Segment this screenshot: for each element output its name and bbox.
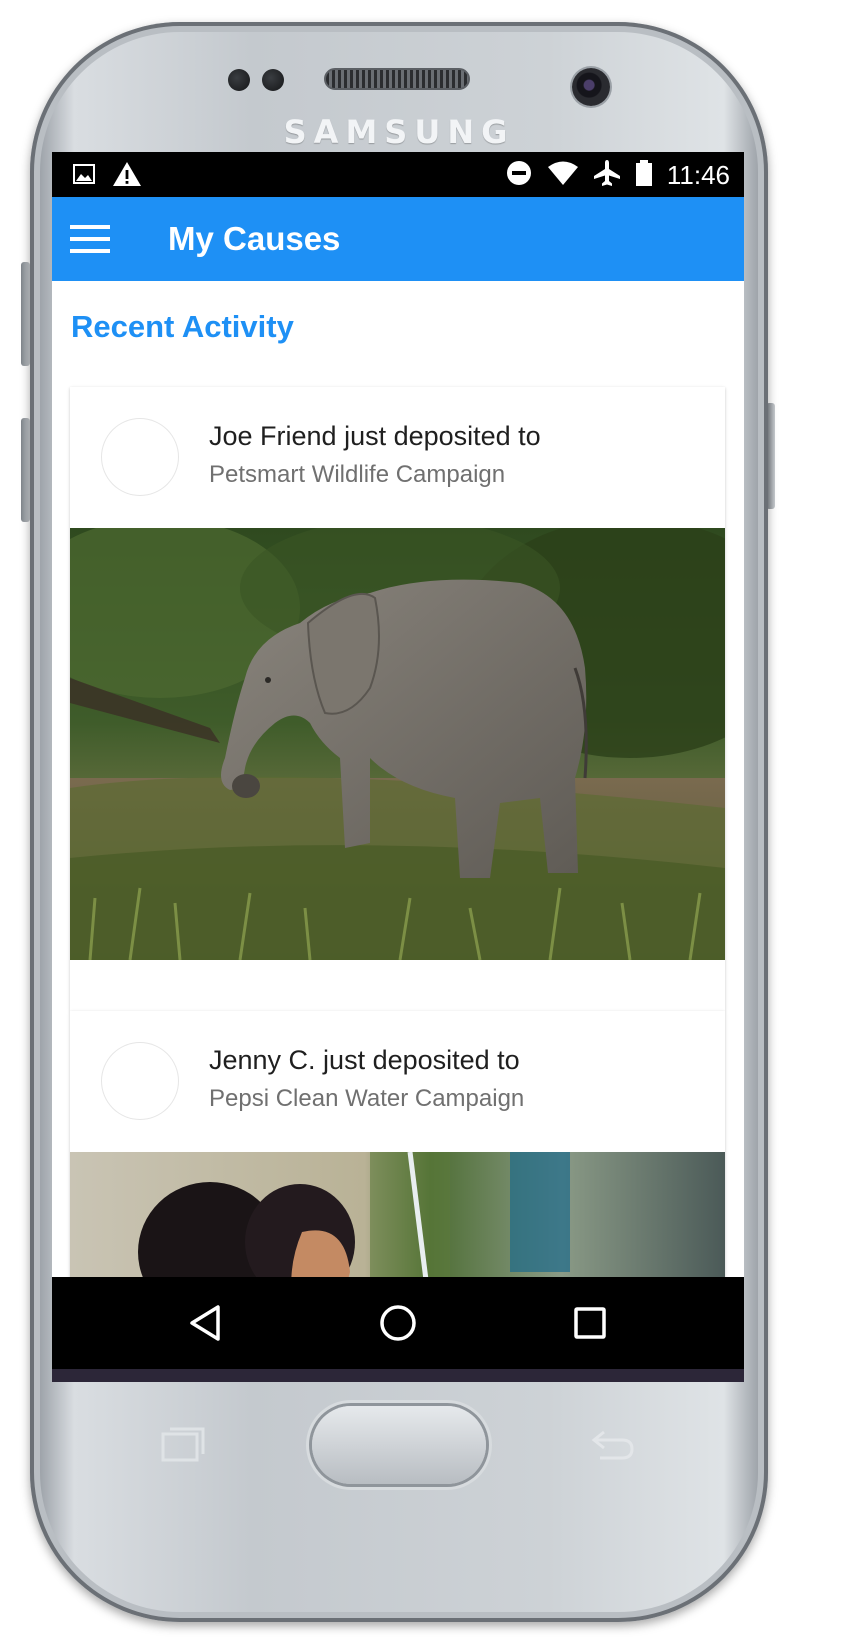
earpiece-speaker xyxy=(324,68,470,90)
children-water-photo xyxy=(70,1152,725,1277)
activity-actor-text: Joe Friend just deposited to xyxy=(209,421,541,451)
page-title: My Causes xyxy=(168,220,341,257)
hardware-back-icon[interactable] xyxy=(590,1424,636,1464)
wifi-icon xyxy=(547,160,579,190)
activity-actor-text: Jenny C. just deposited to xyxy=(209,1045,520,1075)
brand-logo: SAMSUNG xyxy=(283,113,515,151)
status-bar: 11:46 xyxy=(52,152,744,197)
hamburger-menu-icon[interactable] xyxy=(70,223,110,255)
hardware-recents-icon[interactable] xyxy=(160,1424,206,1464)
home-icon[interactable] xyxy=(374,1299,422,1347)
sensor-dot xyxy=(262,69,284,91)
phone-screen: 11:46 My Causes Recent Activity Joe Frie… xyxy=(52,152,744,1382)
airplane-icon xyxy=(593,159,621,191)
screen-bottom-edge xyxy=(52,1369,744,1382)
activity-card-header: Jenny C. just deposited to Pepsi Clean W… xyxy=(70,1011,725,1151)
warning-icon xyxy=(112,161,142,191)
status-time: 11:46 xyxy=(666,160,730,190)
hardware-home-button[interactable] xyxy=(312,1406,486,1484)
avatar xyxy=(102,419,178,495)
navigation-bar xyxy=(52,1277,744,1369)
sensor-dot xyxy=(228,69,250,91)
front-camera xyxy=(572,68,610,106)
status-right-icons: 11:46 xyxy=(505,158,730,192)
activity-campaign-name[interactable]: Petsmart Wildlife Campaign xyxy=(209,459,505,491)
do-not-disturb-icon xyxy=(505,159,533,191)
app-bar: My Causes xyxy=(52,197,744,281)
section-title: Recent Activity xyxy=(71,309,294,344)
activity-card[interactable]: Jenny C. just deposited to Pepsi Clean W… xyxy=(70,1011,725,1277)
volume-up-key xyxy=(21,262,30,366)
battery-icon xyxy=(635,159,653,191)
back-icon[interactable] xyxy=(182,1299,230,1347)
volume-down-key xyxy=(21,418,30,522)
activity-card-header: Joe Friend just deposited to Petsmart Wi… xyxy=(70,387,725,527)
image-icon xyxy=(72,162,96,190)
avatar xyxy=(102,1043,178,1119)
elephant-photo xyxy=(70,528,725,960)
device-mockup: SAMSUNG 11:46 My Causes Recent Activity … xyxy=(0,0,847,1641)
activity-campaign-name[interactable]: Pepsi Clean Water Campaign xyxy=(209,1083,524,1115)
activity-card[interactable]: Joe Friend just deposited to Petsmart Wi… xyxy=(70,387,725,1011)
status-left-icons xyxy=(72,161,142,191)
recent-apps-icon[interactable] xyxy=(566,1299,614,1347)
activity-feed[interactable]: Recent Activity Joe Friend just deposite… xyxy=(52,281,744,1277)
